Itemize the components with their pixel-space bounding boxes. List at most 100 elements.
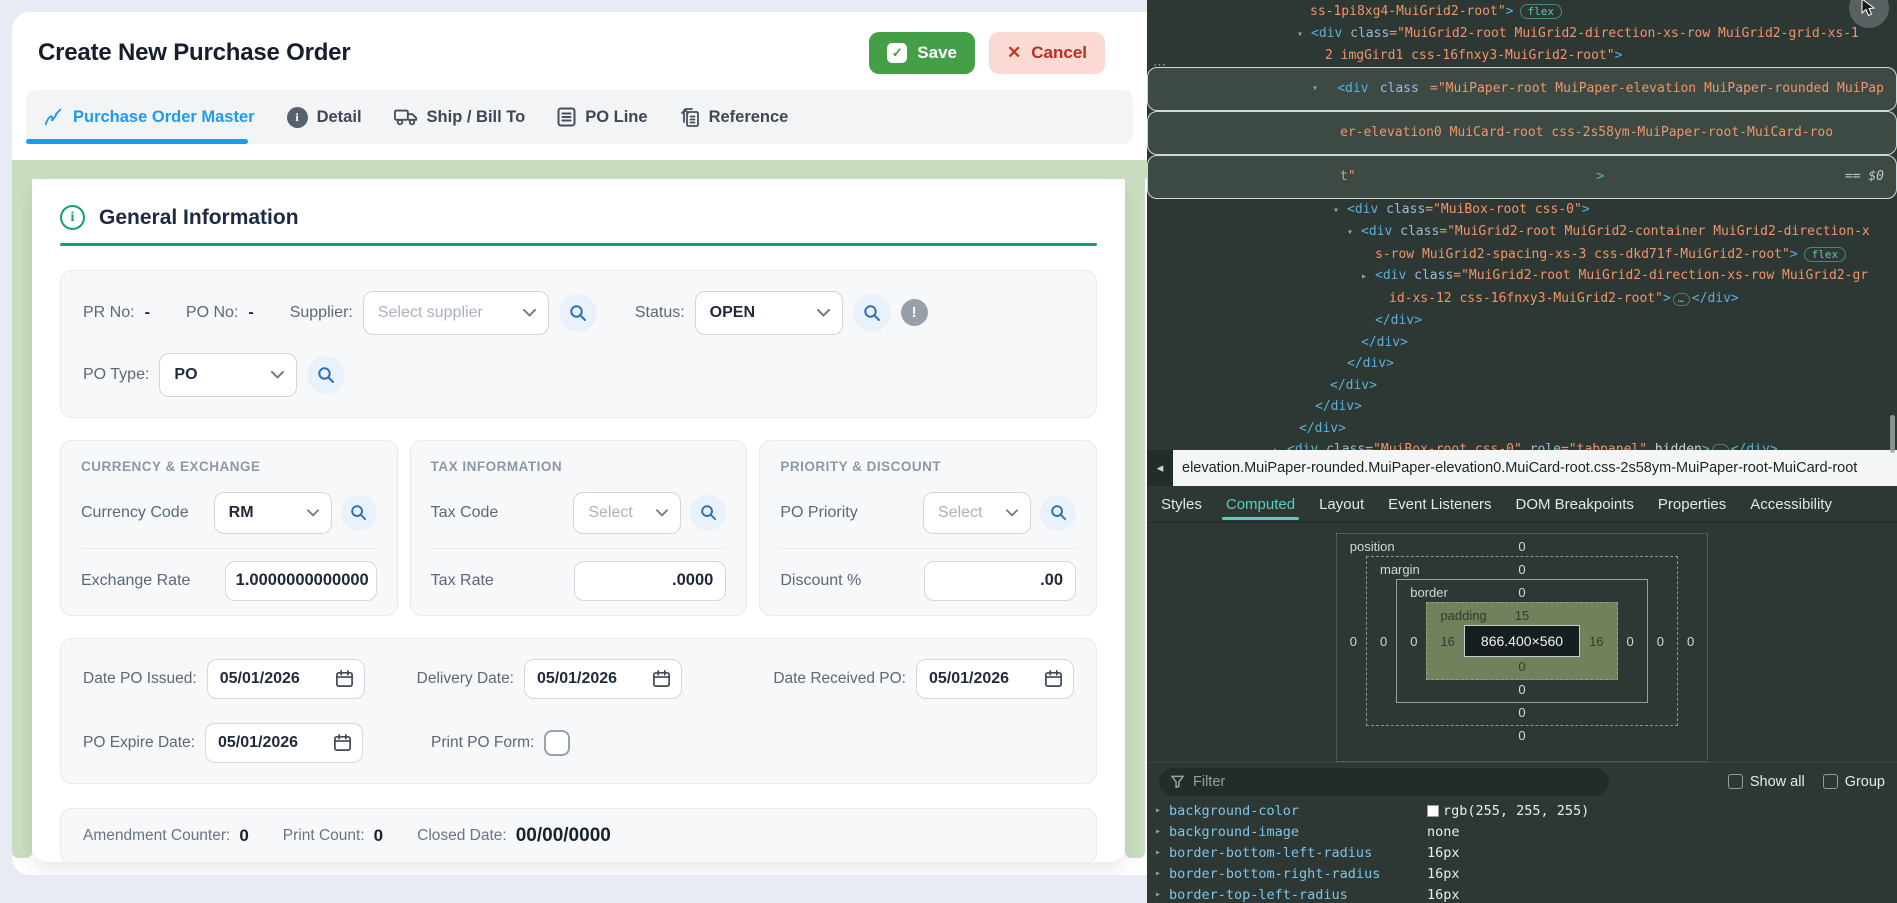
print-po-form-checkbox[interactable] bbox=[544, 730, 570, 756]
reference-doc-icon bbox=[680, 107, 700, 128]
app-panel: Create New Purchase Order ✓ Save ✕ Cance… bbox=[0, 0, 1147, 903]
expand-arrow-right-icon[interactable]: ▸ bbox=[1155, 889, 1169, 900]
expand-arrow-right-icon[interactable]: ▸ bbox=[1361, 266, 1375, 288]
po-type-search-button[interactable] bbox=[307, 356, 345, 394]
discount-input[interactable]: .00 bbox=[924, 561, 1076, 601]
box-model-border: border0 0 padding15 16 866.400×560 16 bbox=[1396, 579, 1648, 703]
cancel-button[interactable]: ✕ Cancel bbox=[989, 32, 1105, 74]
delivery-date-input[interactable]: 05/01/2026 bbox=[524, 659, 682, 699]
app-header: Create New Purchase Order ✓ Save ✕ Cance… bbox=[12, 12, 1147, 74]
breadcrumb-back-arrow[interactable]: ◂ bbox=[1147, 450, 1173, 486]
expand-arrow-right-icon[interactable]: ▸ bbox=[1155, 868, 1169, 879]
property-value: 16px bbox=[1427, 866, 1460, 882]
filter-input[interactable]: Filter bbox=[1159, 768, 1609, 796]
po-priority-select[interactable]: Select bbox=[923, 492, 1031, 534]
tab-event-listeners[interactable]: Event Listeners bbox=[1388, 486, 1491, 522]
dom-tree-row[interactable]: </div> bbox=[1147, 332, 1897, 354]
tax-code-search-button[interactable] bbox=[690, 495, 726, 531]
expand-arrow-down-icon[interactable]: ▾ bbox=[1312, 78, 1326, 100]
pr-no-value: - bbox=[145, 304, 150, 322]
scrollbar-thumb[interactable] bbox=[1890, 415, 1895, 453]
expand-arrow-down-icon[interactable]: ▾ bbox=[1333, 200, 1347, 222]
tax-rate-input[interactable]: .0000 bbox=[574, 561, 726, 601]
tab-computed[interactable]: Computed bbox=[1226, 486, 1295, 522]
calendar-icon bbox=[335, 669, 354, 688]
dom-tree-row[interactable]: er-elevation0 MuiCard-root css-2s58ym-Mu… bbox=[1147, 111, 1897, 155]
property-value: none bbox=[1427, 824, 1460, 840]
status-search-button[interactable] bbox=[853, 294, 891, 332]
po-expire-date-input[interactable]: 05/01/2026 bbox=[205, 723, 363, 763]
tab-properties[interactable]: Properties bbox=[1658, 486, 1726, 522]
expand-arrow-right-icon[interactable]: ▸ bbox=[1155, 826, 1169, 837]
supplier-search-button[interactable] bbox=[559, 294, 597, 332]
show-all-checkbox[interactable] bbox=[1728, 774, 1743, 789]
computed-property-row[interactable]: ▸border-bottom-left-radius16px bbox=[1155, 842, 1897, 863]
currency-code-select[interactable]: RM bbox=[214, 492, 332, 534]
computed-property-row[interactable]: ▸background-imagenone bbox=[1155, 821, 1897, 842]
dom-tree-row[interactable]: ▸<div class="MuiBox-root css-0" role="ta… bbox=[1147, 439, 1897, 450]
flex-badge[interactable]: flex bbox=[1804, 247, 1847, 262]
group-checkbox[interactable] bbox=[1823, 774, 1838, 789]
priority-discount-header: PRIORITY & DISCOUNT bbox=[780, 459, 1076, 474]
search-icon bbox=[700, 504, 717, 521]
tab-dom-breakpoints[interactable]: DOM Breakpoints bbox=[1516, 486, 1634, 522]
property-name: border-bottom-right-radius bbox=[1169, 866, 1427, 882]
tab-layout[interactable]: Layout bbox=[1319, 486, 1364, 522]
status-alert-icon: ! bbox=[901, 299, 928, 326]
elements-tree: ss-1pi8xg4-MuiGrid2-root">flex▾<div clas… bbox=[1147, 0, 1897, 450]
expand-arrow-right-icon[interactable]: ▸ bbox=[1155, 805, 1169, 816]
tab-styles[interactable]: Styles bbox=[1161, 486, 1202, 522]
box-model-margin: margin0 0 border0 0 padding15 16 bbox=[1366, 556, 1678, 726]
tab-ship-bill-to[interactable]: Ship / Bill To bbox=[394, 107, 526, 127]
dom-tree-row[interactable]: </div> bbox=[1147, 375, 1897, 397]
dom-tree-row[interactable]: ▸<div class="MuiGrid2-root MuiGrid2-dire… bbox=[1147, 265, 1897, 288]
property-value: 16px bbox=[1427, 845, 1460, 861]
dom-tree-row[interactable]: </div> bbox=[1147, 310, 1897, 332]
tab-detail[interactable]: i Detail bbox=[287, 107, 362, 128]
tab-purchase-order-master[interactable]: Purchase Order Master bbox=[42, 106, 255, 128]
dom-tree-row[interactable]: 2 imgGird1 css-16fnxy3-MuiGrid2-root"> bbox=[1147, 45, 1897, 67]
date-po-issued-input[interactable]: 05/01/2026 bbox=[207, 659, 365, 699]
expand-arrow-right-icon[interactable]: ▸ bbox=[1155, 847, 1169, 858]
save-button[interactable]: ✓ Save bbox=[869, 32, 975, 74]
supplier-select[interactable]: Select supplier bbox=[363, 291, 549, 335]
inspect-padding-overlay-right bbox=[1125, 179, 1145, 858]
exchange-rate-input[interactable]: 1.0000000000000 bbox=[225, 561, 377, 601]
dom-tree-row[interactable]: t"> == $0 bbox=[1147, 155, 1897, 199]
expand-arrow-right-icon[interactable]: ▸ bbox=[1273, 440, 1287, 450]
computed-property-row[interactable]: ▸border-bottom-right-radius16px bbox=[1155, 863, 1897, 884]
priority-discount-panel: PRIORITY & DISCOUNT PO Priority Select bbox=[759, 440, 1097, 616]
dom-tree-row[interactable]: ss-1pi8xg4-MuiGrid2-root">flex bbox=[1147, 1, 1897, 23]
computed-property-row[interactable]: ▸border-top-left-radius16px bbox=[1155, 884, 1897, 903]
date-po-issued-value: 05/01/2026 bbox=[220, 670, 300, 688]
property-name: border-top-left-radius bbox=[1169, 887, 1427, 903]
breadcrumb[interactable]: elevation.MuiPaper-rounded.MuiPaper-elev… bbox=[1182, 460, 1857, 476]
dom-tree-row[interactable]: s-row MuiGrid2-spacing-xs-3 css-dkd71f-M… bbox=[1147, 244, 1897, 266]
expand-arrow-down-icon[interactable]: ▾ bbox=[1347, 222, 1361, 244]
counters-section: Amendment Counter: 0 Print Count: 0 Clos… bbox=[60, 808, 1097, 863]
dom-tree-row[interactable]: ▾<div class="MuiGrid2-root MuiGrid2-cont… bbox=[1147, 221, 1897, 244]
dom-tree-row[interactable]: </div> bbox=[1147, 418, 1897, 440]
tab-label: PO Line bbox=[585, 108, 647, 127]
dom-tree-row[interactable]: </div> bbox=[1147, 396, 1897, 418]
dom-tree-row[interactable]: id-xs-12 css-16fnxy3-MuiGrid2-root">…</d… bbox=[1147, 288, 1897, 311]
computed-property-row[interactable]: ▸background-colorrgb(255, 255, 255) bbox=[1155, 800, 1897, 821]
funnel-icon bbox=[1171, 775, 1184, 788]
collapsed-content-badge[interactable]: … bbox=[1673, 293, 1690, 306]
computed-filter-row: Filter Show all Group bbox=[1147, 762, 1897, 800]
status-select[interactable]: OPEN bbox=[695, 291, 843, 335]
expand-arrow-down-icon[interactable]: ▾ bbox=[1297, 24, 1311, 46]
currency-search-button[interactable] bbox=[341, 495, 377, 531]
po-priority-search-button[interactable] bbox=[1040, 495, 1076, 531]
tab-po-line[interactable]: PO Line bbox=[557, 107, 647, 127]
dom-tree-row[interactable]: ▾<div class="MuiGrid2-root MuiGrid2-dire… bbox=[1147, 23, 1897, 46]
tax-code-select[interactable]: Select bbox=[573, 492, 681, 534]
po-type-select[interactable]: PO bbox=[159, 353, 297, 397]
dom-tree-row[interactable]: ▾<div class="MuiPaper-root MuiPaper-elev… bbox=[1147, 67, 1897, 111]
flex-badge[interactable]: flex bbox=[1520, 4, 1563, 19]
tab-reference[interactable]: Reference bbox=[680, 107, 789, 128]
dom-tree-row[interactable]: ▾<div class="MuiBox-root css-0"> bbox=[1147, 199, 1897, 222]
tab-accessibility[interactable]: Accessibility bbox=[1750, 486, 1832, 522]
date-received-po-input[interactable]: 05/01/2026 bbox=[916, 659, 1074, 699]
dom-tree-row[interactable]: </div> bbox=[1147, 353, 1897, 375]
